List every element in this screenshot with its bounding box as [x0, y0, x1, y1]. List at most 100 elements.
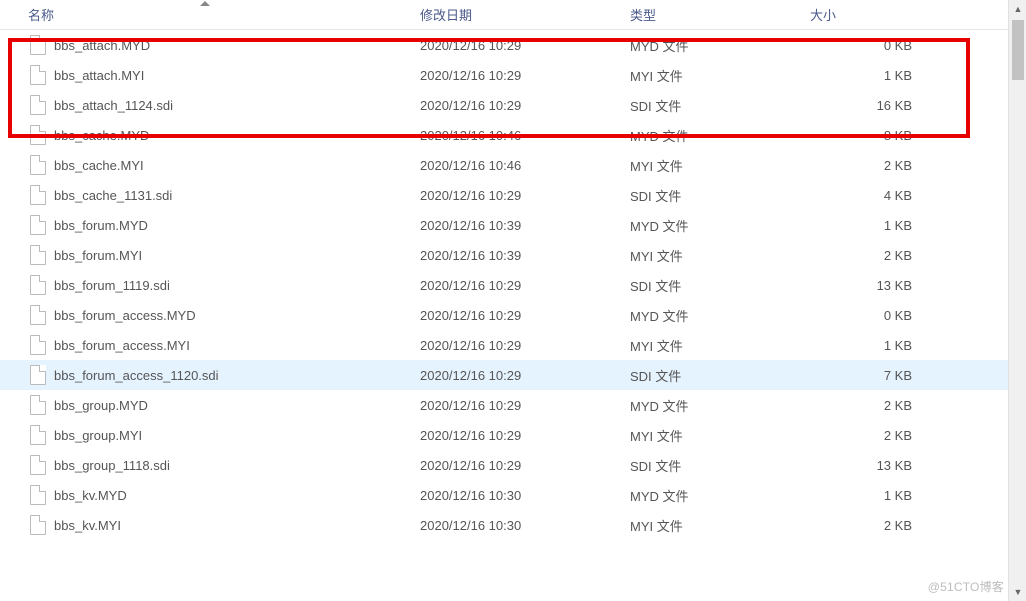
file-name-label: bbs_cache.MYI [54, 158, 144, 173]
file-name-cell[interactable]: bbs_group_1118.sdi [0, 455, 410, 475]
file-size-cell: 0 KB [800, 308, 950, 323]
file-name-label: bbs_forum_access.MYI [54, 338, 190, 353]
file-row[interactable]: bbs_forum_access_1120.sdi 2020/12/16 10:2… [0, 360, 1026, 390]
file-icon [30, 305, 46, 325]
file-name-label: bbs_kv.MYD [54, 488, 127, 503]
file-name-label: bbs_forum.MYI [54, 248, 142, 263]
file-name-cell[interactable]: bbs_cache_1131.sdi [0, 185, 410, 205]
file-row[interactable]: bbs_kv.MYD2020/12/16 10:30MYD 文件1 KB [0, 480, 1026, 510]
file-name-cell[interactable]: bbs_kv.MYD [0, 485, 410, 505]
file-name-cell[interactable]: bbs_forum.MYD [0, 215, 410, 235]
file-size-cell: 4 KB [800, 188, 950, 203]
file-icon [30, 395, 46, 415]
file-type-cell: MYD 文件 [620, 396, 800, 415]
file-row[interactable]: bbs_cache.MYI2020/12/16 10:46MYI 文件2 KB [0, 150, 1026, 180]
file-name-cell[interactable]: bbs_forum_access.MYD [0, 305, 410, 325]
file-row[interactable]: bbs_forum.MYI2020/12/16 10:39MYI 文件2 KB [0, 240, 1026, 270]
file-name-label: bbs_attach_1124.sdi [54, 98, 173, 113]
file-icon [30, 335, 46, 355]
file-name-cell[interactable]: bbs_kv.MYI [0, 515, 410, 535]
file-size-cell: 0 KB [800, 38, 950, 53]
file-row[interactable]: bbs_group.MYD2020/12/16 10:29MYD 文件2 KB [0, 390, 1026, 420]
scrollbar-thumb[interactable] [1012, 20, 1024, 80]
vertical-scrollbar[interactable]: ▲ ▼ [1008, 0, 1026, 601]
file-row[interactable]: bbs_forum_1119.sdi2020/12/16 10:29SDI 文件… [0, 270, 1026, 300]
file-row[interactable]: bbs_cache.MYD2020/12/16 10:46MYD 文件8 KB [0, 120, 1026, 150]
file-row[interactable]: bbs_attach.MYD2020/12/16 10:29MYD 文件0 KB [0, 30, 1026, 60]
file-row[interactable]: bbs_forum.MYD2020/12/16 10:39MYD 文件1 KB [0, 210, 1026, 240]
file-size-cell: 1 KB [800, 338, 950, 353]
file-size-cell: 2 KB [800, 428, 950, 443]
file-icon [30, 485, 46, 505]
file-row[interactable]: bbs_forum_access.MYD2020/12/16 10:29MYD … [0, 300, 1026, 330]
file-row[interactable]: bbs_cache_1131.sdi2020/12/16 10:29SDI 文件… [0, 180, 1026, 210]
file-type-cell: SDI 文件 [620, 96, 800, 115]
file-name-label: bbs_attach.MYD [54, 38, 150, 53]
file-row[interactable]: bbs_attach_1124.sdi2020/12/16 10:29SDI 文… [0, 90, 1026, 120]
column-header-type[interactable]: 类型 [620, 0, 800, 29]
file-type-cell: SDI 文件 [620, 276, 800, 295]
file-name-label: bbs_cache.MYD [54, 128, 149, 143]
file-type-cell: SDI 文件 [620, 186, 800, 205]
column-header-row: 名称 修改日期 类型 大小 [0, 0, 1026, 30]
file-rows-container: bbs_attach.MYD2020/12/16 10:29MYD 文件0 KB… [0, 30, 1026, 540]
file-name-cell[interactable]: bbs_attach.MYD [0, 35, 410, 55]
file-name-label: bbs_group_1118.sdi [54, 458, 170, 473]
file-row[interactable]: bbs_forum_access.MYI2020/12/16 10:29MYI … [0, 330, 1026, 360]
file-size-cell: 1 KB [800, 68, 950, 83]
file-name-cell[interactable]: bbs_forum.MYI [0, 245, 410, 265]
file-type-cell: MYI 文件 [620, 246, 800, 265]
file-date-cell: 2020/12/16 10:29 [410, 308, 620, 323]
scrollbar-up-button[interactable]: ▲ [1009, 0, 1026, 18]
file-date-cell: 2020/12/16 10:29 [410, 38, 620, 53]
file-date-cell: 2020/12/16 10:29 [410, 368, 620, 383]
file-size-cell: 2 KB [800, 158, 950, 173]
file-name-cell[interactable]: bbs_attach.MYI [0, 65, 410, 85]
file-name-cell[interactable]: bbs_forum_access_1120.sdi [0, 365, 410, 385]
file-size-cell: 1 KB [800, 218, 950, 233]
file-name-label: bbs_forum_access_1120.sdi [54, 368, 219, 383]
file-name-label: bbs_group.MYD [54, 398, 148, 413]
file-size-cell: 1 KB [800, 488, 950, 503]
file-date-cell: 2020/12/16 10:46 [410, 158, 620, 173]
file-name-label: bbs_group.MYI [54, 428, 142, 443]
file-size-cell: 7 KB [800, 368, 950, 383]
file-size-cell: 13 KB [800, 278, 950, 293]
file-icon [30, 515, 46, 535]
file-name-cell[interactable]: bbs_forum_access.MYI [0, 335, 410, 355]
file-row[interactable]: bbs_kv.MYI2020/12/16 10:30MYI 文件2 KB [0, 510, 1026, 540]
file-name-cell[interactable]: bbs_group.MYD [0, 395, 410, 415]
scrollbar-down-button[interactable]: ▼ [1009, 583, 1026, 601]
file-name-cell[interactable]: bbs_cache.MYD [0, 125, 410, 145]
file-icon [30, 425, 46, 445]
file-row[interactable]: bbs_group.MYI2020/12/16 10:29MYI 文件2 KB [0, 420, 1026, 450]
file-icon [30, 215, 46, 235]
file-date-cell: 2020/12/16 10:39 [410, 248, 620, 263]
file-date-cell: 2020/12/16 10:29 [410, 68, 620, 83]
file-type-cell: MYD 文件 [620, 216, 800, 235]
file-icon [30, 35, 46, 55]
file-name-cell[interactable]: bbs_cache.MYI [0, 155, 410, 175]
column-header-size[interactable]: 大小 [800, 0, 950, 29]
file-icon [30, 455, 46, 475]
file-date-cell: 2020/12/16 10:29 [410, 428, 620, 443]
sort-ascending-icon [200, 1, 210, 6]
column-header-name[interactable]: 名称 [0, 0, 410, 29]
file-name-label: bbs_cache_1131.sdi [54, 188, 172, 203]
file-icon [30, 275, 46, 295]
file-icon [30, 185, 46, 205]
file-name-label: bbs_forum_1119.sdi [54, 278, 170, 293]
column-header-type-label: 类型 [630, 5, 656, 24]
column-header-date[interactable]: 修改日期 [410, 0, 620, 29]
file-list-panel: 名称 修改日期 类型 大小 bbs_attach.MYD 2020/12/16 1… [0, 0, 1026, 601]
file-date-cell: 2020/12/16 10:29 [410, 458, 620, 473]
file-row[interactable]: bbs_group_1118.sdi2020/12/16 10:29SDI 文件… [0, 450, 1026, 480]
file-row[interactable]: bbs_attach.MYI2020/12/16 10:29MYI 文件1 KB [0, 60, 1026, 90]
file-date-cell: 2020/12/16 10:39 [410, 218, 620, 233]
file-name-cell[interactable]: bbs_attach_1124.sdi [0, 95, 410, 115]
column-header-size-label: 大小 [810, 5, 836, 24]
file-name-cell[interactable]: bbs_group.MYI [0, 425, 410, 445]
file-name-label: bbs_attach.MYI [54, 68, 144, 83]
file-name-cell[interactable]: bbs_forum_1119.sdi [0, 275, 410, 295]
file-date-cell: 2020/12/16 10:29 [410, 338, 620, 353]
